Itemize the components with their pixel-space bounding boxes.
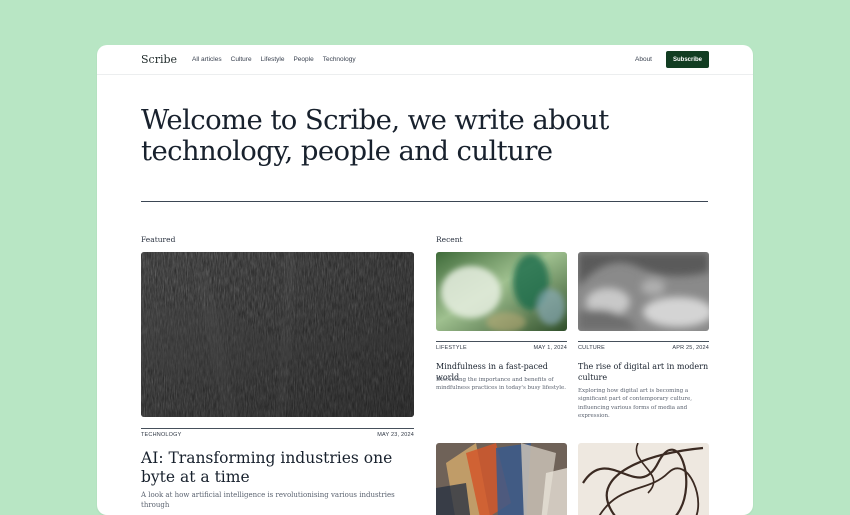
featured-section-label: Featured xyxy=(141,235,176,244)
recent-date-2: APR 25, 2024 xyxy=(672,345,709,351)
recent-article-image-2[interactable] xyxy=(578,252,709,331)
featured-category[interactable]: TECHNOLOGY xyxy=(141,432,182,438)
recent-article-description-2: Exploring how digital art is becoming a … xyxy=(578,388,693,420)
nav-link-culture[interactable]: Culture xyxy=(231,56,252,63)
nav-link-all-articles[interactable]: All articles xyxy=(192,56,222,63)
featured-article-image[interactable] xyxy=(141,252,414,417)
hero-divider xyxy=(141,201,708,202)
recent-article-image-3[interactable] xyxy=(436,443,567,515)
nav-links: All articles Culture Lifestyle People Te… xyxy=(192,56,356,63)
recent-category-2[interactable]: CULTURE xyxy=(578,345,605,351)
recent-article-image-1[interactable] xyxy=(436,252,567,331)
featured-meta-divider xyxy=(141,428,414,429)
browser-window: Scribe All articles Culture Lifestyle Pe… xyxy=(97,45,753,515)
logo[interactable]: Scribe xyxy=(141,53,177,66)
hero-title: Welcome to Scribe, we write about techno… xyxy=(141,104,609,167)
featured-article-description: A look at how artificial intelligence is… xyxy=(141,491,395,509)
recent-article-title-2[interactable]: The rise of digital art in modern cultur… xyxy=(578,361,709,383)
featured-date: MAY 23, 2024 xyxy=(377,432,414,438)
nav-link-about[interactable]: About xyxy=(635,56,652,63)
recent-meta-divider-1 xyxy=(436,341,567,342)
nav-link-lifestyle[interactable]: Lifestyle xyxy=(261,56,285,63)
subscribe-button[interactable]: Subscribe xyxy=(666,51,709,68)
recent-category-1[interactable]: LIFESTYLE xyxy=(436,345,467,351)
top-navigation: Scribe All articles Culture Lifestyle Pe… xyxy=(97,45,753,75)
nav-link-people[interactable]: People xyxy=(293,56,313,63)
nav-link-technology[interactable]: Technology xyxy=(323,56,356,63)
recent-article-image-4[interactable] xyxy=(578,443,709,515)
recent-date-1: MAY 1, 2024 xyxy=(533,345,567,351)
recent-meta-divider-2 xyxy=(578,341,709,342)
recent-section-label: Recent xyxy=(436,235,463,244)
recent-article-description-1: Discussing the importance and benefits o… xyxy=(436,377,566,392)
featured-article-title[interactable]: AI: Transforming industries one byte at … xyxy=(141,449,414,487)
